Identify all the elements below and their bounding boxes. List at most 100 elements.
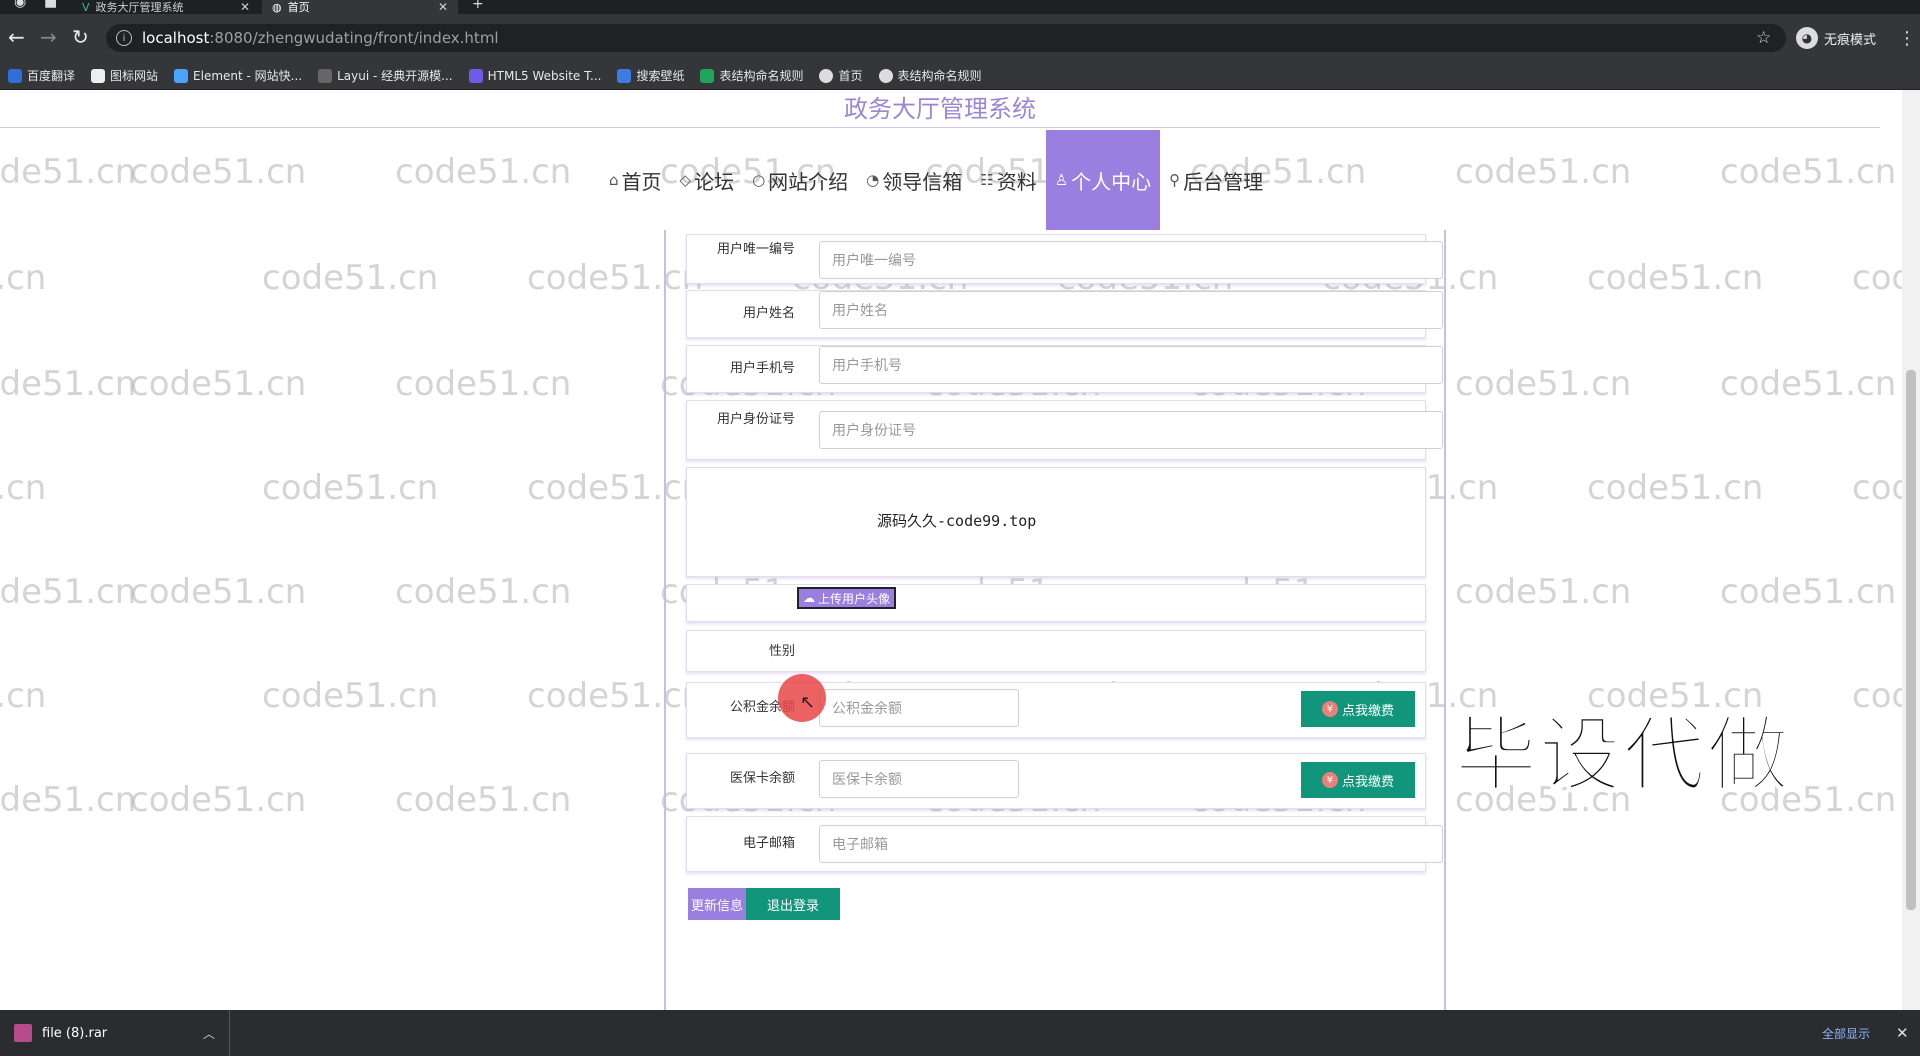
vue-icon: V <box>82 0 90 14</box>
watermark-text: code51.cn <box>1720 572 1897 612</box>
watermark-text: code51.cn <box>395 152 572 192</box>
bookmark-item[interactable]: 首页 <box>819 67 863 84</box>
show-all-downloads-link[interactable]: 全部显示 <box>1822 1010 1870 1056</box>
mouse-cursor-icon: ↖ <box>800 692 816 713</box>
avatar-image: 源码久久-code99.top <box>877 512 1037 530</box>
address-bar-area: ← → ↻ i localhost :8080/zhengwudating/fr… <box>0 14 1920 62</box>
watermark-text: code51.cn <box>395 780 572 820</box>
download-file-name: file (8).rar <box>42 1025 108 1041</box>
form-row-user-id: 用户唯一编号 用户唯一编号 <box>686 234 1443 284</box>
watermark-text: code51.cn <box>0 572 137 612</box>
page-scrollbar[interactable] <box>1902 90 1920 1010</box>
bookmark-item[interactable]: 图标网站 <box>91 67 158 84</box>
nav-personal-center[interactable]: ♙ 个人中心 <box>1045 130 1161 230</box>
browser-menu-icon[interactable]: ⋮ <box>1898 28 1916 49</box>
bookmark-item[interactable]: 百度翻译 <box>8 67 75 84</box>
close-icon[interactable]: ✕ <box>1896 1010 1909 1056</box>
globe-icon <box>819 68 834 83</box>
watermark-text: code51.cn <box>262 258 439 298</box>
site-title: 政务大厅管理系统 <box>0 90 1880 128</box>
close-icon[interactable]: ✕ <box>240 0 250 14</box>
watermark-text: code51.cn <box>395 364 572 404</box>
watermark-text: code51.cn <box>1720 364 1897 404</box>
nav-mailbox[interactable]: ◔ 领导信箱 <box>857 130 971 230</box>
watermark-text: code51.cn <box>130 152 307 192</box>
bookmark-item[interactable]: Element - 网站快... <box>174 67 302 84</box>
bookmark-item[interactable]: 搜索壁纸 <box>617 67 684 84</box>
promo-overlay-text: 毕设代做 <box>1454 707 1792 804</box>
name-input[interactable]: 用户姓名 <box>819 291 1443 329</box>
user-id-input[interactable]: 用户唯一编号 <box>819 241 1443 279</box>
form-row-avatar: 源码久久-code99.top <box>686 467 1426 577</box>
update-info-button[interactable]: 更新信息 <box>688 888 746 920</box>
globe-icon: ◍ <box>272 0 282 14</box>
watermark-text: code51.cn <box>0 152 137 192</box>
incognito-indicator[interactable]: ◕ 无痕模式 <box>1796 24 1876 52</box>
upload-avatar-button[interactable]: ☁ 上传用户头像 <box>797 587 897 609</box>
payment-icon: ¥ <box>1321 772 1338 788</box>
bookmarks-bar: 百度翻译 图标网站 Element - 网站快... Layui - 经典开源模… <box>0 62 1920 90</box>
medical-input[interactable]: 医保卡余额 <box>819 760 1019 798</box>
archive-file-icon <box>14 1024 32 1042</box>
wallpaper-icon <box>617 68 632 83</box>
scrollbar-thumb[interactable] <box>1906 370 1916 910</box>
chevron-up-icon[interactable]: ︿ <box>203 1025 215 1042</box>
phone-input[interactable]: 用户手机号 <box>819 346 1443 384</box>
incognito-icon: ◕ <box>1796 27 1818 49</box>
watermark-text: code51.cn <box>0 468 47 508</box>
forward-icon[interactable]: → <box>40 26 57 48</box>
reload-icon[interactable]: ↻ <box>72 26 89 48</box>
incognito-label: 无痕模式 <box>1824 32 1877 48</box>
email-input[interactable]: 电子邮箱 <box>819 825 1443 863</box>
bookmark-item[interactable]: HTML5 Website T... <box>468 68 601 83</box>
back-icon[interactable]: ← <box>8 26 25 48</box>
fund-pay-button[interactable]: ¥ 点我缴费 <box>1301 691 1415 727</box>
form-row-upload: ☁ 上传用户头像 <box>686 584 1426 622</box>
tab-admin[interactable]: V 政务大厅管理系统 ✕ <box>72 0 260 14</box>
watermark-text: code51.cn <box>1455 572 1632 612</box>
user-id-label: 用户唯一编号 <box>716 242 795 257</box>
watermark-text: code51.cn <box>0 676 47 716</box>
medical-pay-button[interactable]: ¥ 点我缴费 <box>1301 762 1415 798</box>
nav-materials[interactable]: ☷ 资料 <box>971 130 1045 230</box>
nav-intro[interactable]: ○ 网站介绍 <box>743 130 857 230</box>
bookmark-item[interactable]: Layui - 经典开源模... <box>318 67 453 84</box>
globe-icon <box>878 68 893 83</box>
profile-form: 用户唯一编号 用户唯一编号 用户姓名 用户姓名 用户手机号 用户手机号 用户身份… <box>664 230 1446 1010</box>
circle-icon: ○ <box>752 171 766 189</box>
window-icon: ■ <box>44 0 58 10</box>
form-row-medical: 医保卡余额 医保卡余额 ¥ 点我缴费 <box>686 753 1426 809</box>
info-icon[interactable]: i <box>116 30 132 46</box>
watermark-text: code51.cn <box>1720 152 1897 192</box>
url-host: localhost <box>142 29 210 47</box>
bookmark-star-icon[interactable]: ☆ <box>1756 28 1771 48</box>
url-input[interactable]: i localhost :8080/zhengwudating/front/in… <box>106 24 1786 52</box>
watermark-text: code51.cn <box>0 364 137 404</box>
form-row-email: 电子邮箱 电子邮箱 <box>686 816 1443 872</box>
bookmark-item[interactable]: 表结构命名规则 <box>878 67 982 84</box>
cloud-upload-icon: ☁ <box>803 591 815 605</box>
phone-label: 用户手机号 <box>729 361 795 376</box>
nav-home[interactable]: ⌂ 首页 <box>600 130 671 230</box>
gender-label: 性别 <box>768 644 795 659</box>
tab-home[interactable]: ◍ 首页 ✕ <box>262 0 458 14</box>
new-tab-icon[interactable]: + <box>472 0 484 12</box>
html5-icon <box>468 68 483 83</box>
tag-icon: ◇ <box>679 171 692 189</box>
close-icon[interactable]: ✕ <box>438 0 448 14</box>
bookmark-item[interactable]: 表结构命名规则 <box>700 67 803 84</box>
main-nav: ⌂ 首页 ◇ 论坛 ○ 网站介绍 ◔ 领导信箱 ☷ 资料 ♙ 个人中心 ⚲ 后台管理 <box>600 130 1272 230</box>
download-item[interactable]: file (8).rar ︿ <box>14 1010 230 1056</box>
nav-forum[interactable]: ◇ 论坛 <box>671 130 744 230</box>
translate-icon <box>8 68 22 83</box>
email-label: 电子邮箱 <box>742 836 795 851</box>
nav-admin[interactable]: ⚲ 后台管理 <box>1160 130 1272 230</box>
gauge-icon: ◔ <box>866 171 880 189</box>
logout-button[interactable]: 退出登录 <box>746 888 840 920</box>
idcard-label: 用户身份证号 <box>716 412 795 427</box>
fund-input[interactable]: 公积金余额 <box>819 689 1019 727</box>
watermark-text: code51.cn <box>262 676 439 716</box>
layui-icon <box>318 68 333 83</box>
idcard-input[interactable]: 用户身份证号 <box>819 411 1443 449</box>
form-row-idcard: 用户身份证号 用户身份证号 <box>686 400 1443 460</box>
